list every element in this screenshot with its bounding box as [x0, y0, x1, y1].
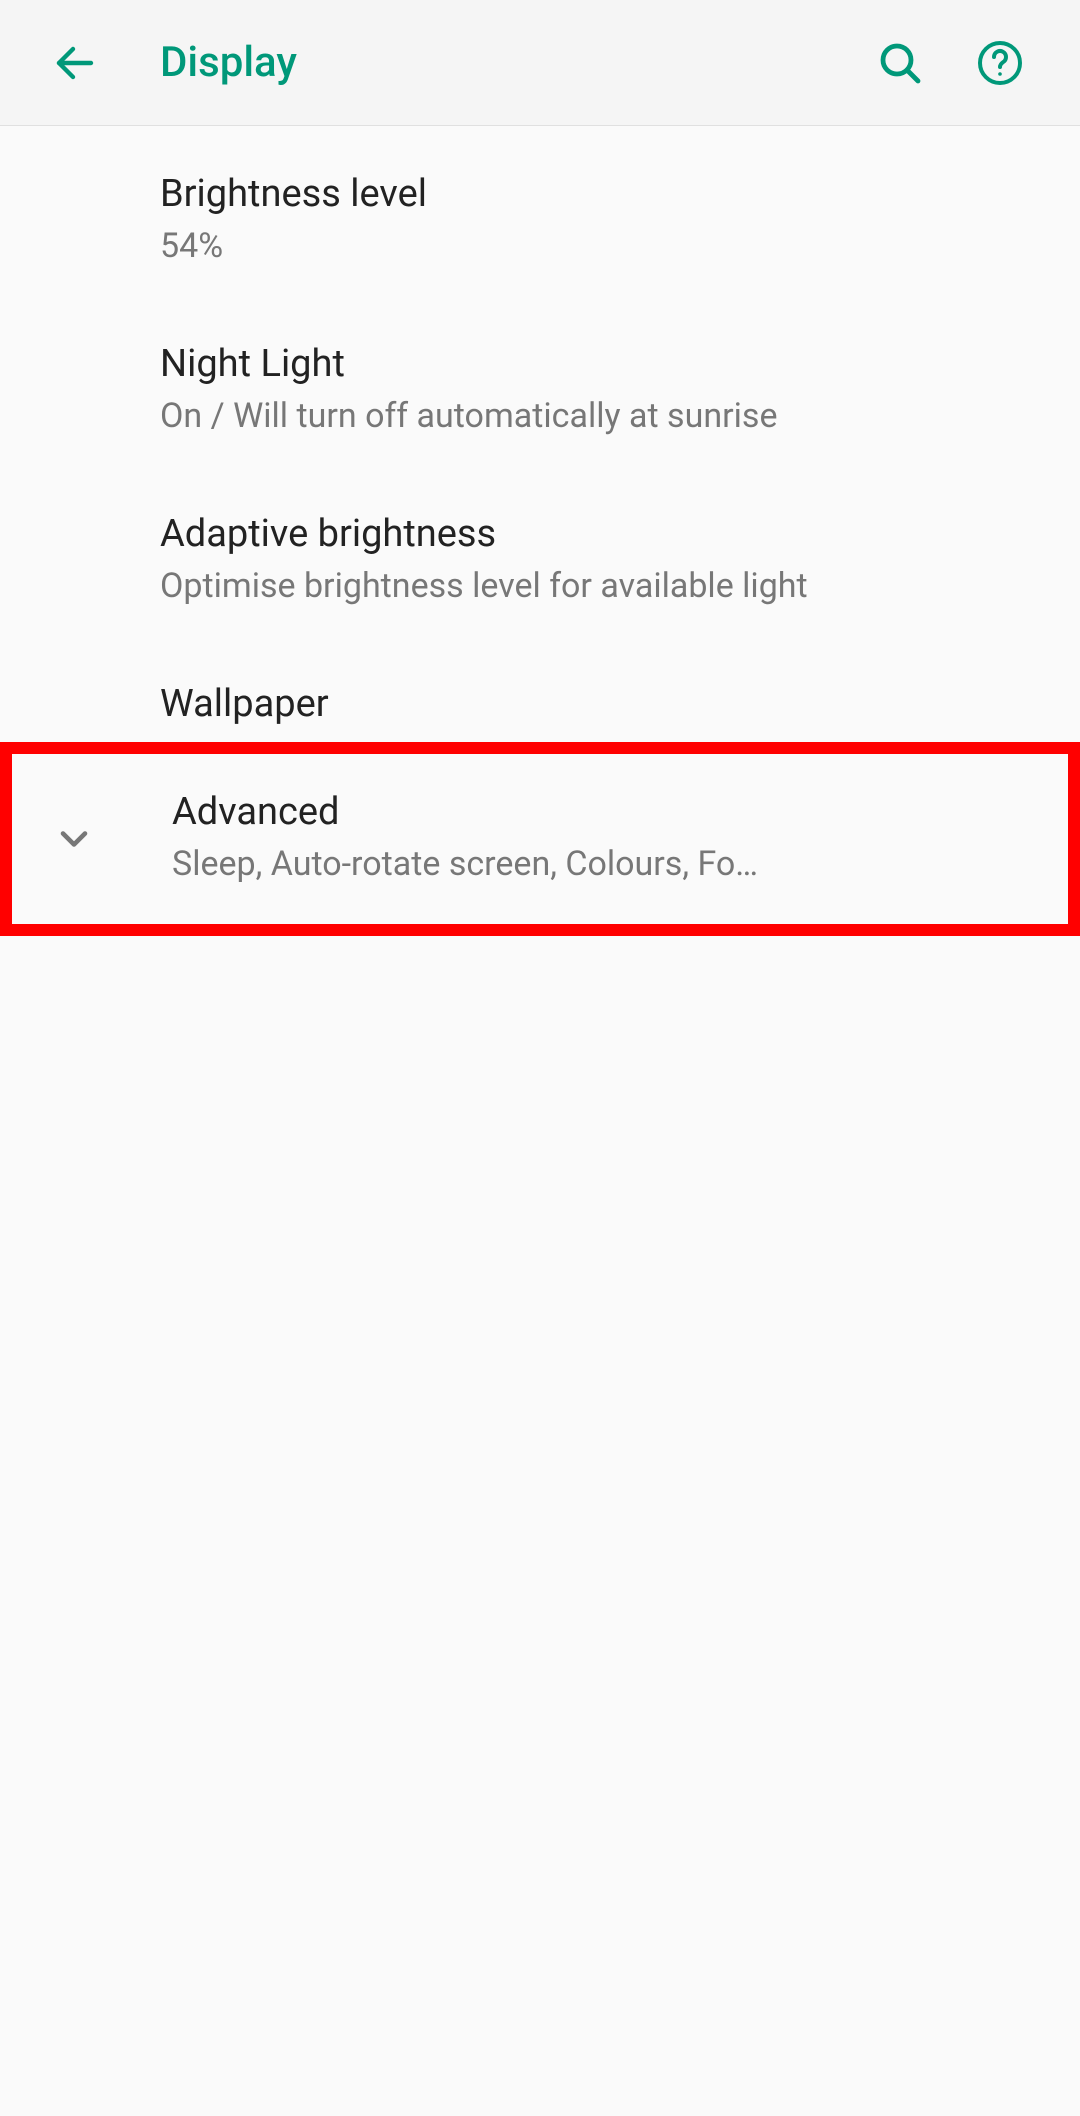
help-button[interactable]	[950, 39, 1050, 87]
settings-list: Brightness level 54% Night Light On / Wi…	[0, 126, 1080, 936]
search-button[interactable]	[850, 39, 950, 87]
expand-arrow	[52, 817, 96, 861]
adaptive-title: Adaptive brightness	[160, 512, 1050, 556]
brightness-level-item[interactable]: Brightness level 54%	[0, 136, 1080, 306]
night-light-title: Night Light	[160, 342, 1050, 386]
page-title: Display	[130, 38, 850, 87]
advanced-title: Advanced	[172, 790, 1038, 834]
advanced-item[interactable]: Advanced Sleep, Auto-rotate screen, Colo…	[12, 754, 1068, 924]
wallpaper-title: Wallpaper	[160, 682, 1050, 726]
back-button[interactable]	[20, 39, 130, 87]
night-light-sub: On / Will turn off automatically at sunr…	[160, 394, 1050, 440]
help-icon	[976, 39, 1024, 87]
night-light-item[interactable]: Night Light On / Will turn off automatic…	[0, 306, 1080, 476]
search-icon	[876, 39, 924, 87]
brightness-value: 54%	[160, 224, 1050, 270]
chevron-down-icon	[52, 817, 96, 861]
adaptive-brightness-item[interactable]: Adaptive brightness Optimise brightness …	[0, 476, 1080, 646]
adaptive-sub: Optimise brightness level for available …	[160, 564, 1050, 610]
advanced-sub: Sleep, Auto-rotate screen, Colours, Font…	[172, 842, 772, 888]
app-bar: Display	[0, 0, 1080, 126]
wallpaper-item[interactable]: Wallpaper	[0, 646, 1080, 742]
back-arrow-icon	[51, 39, 99, 87]
highlight-annotation: Advanced Sleep, Auto-rotate screen, Colo…	[0, 742, 1080, 936]
brightness-title: Brightness level	[160, 172, 1050, 216]
